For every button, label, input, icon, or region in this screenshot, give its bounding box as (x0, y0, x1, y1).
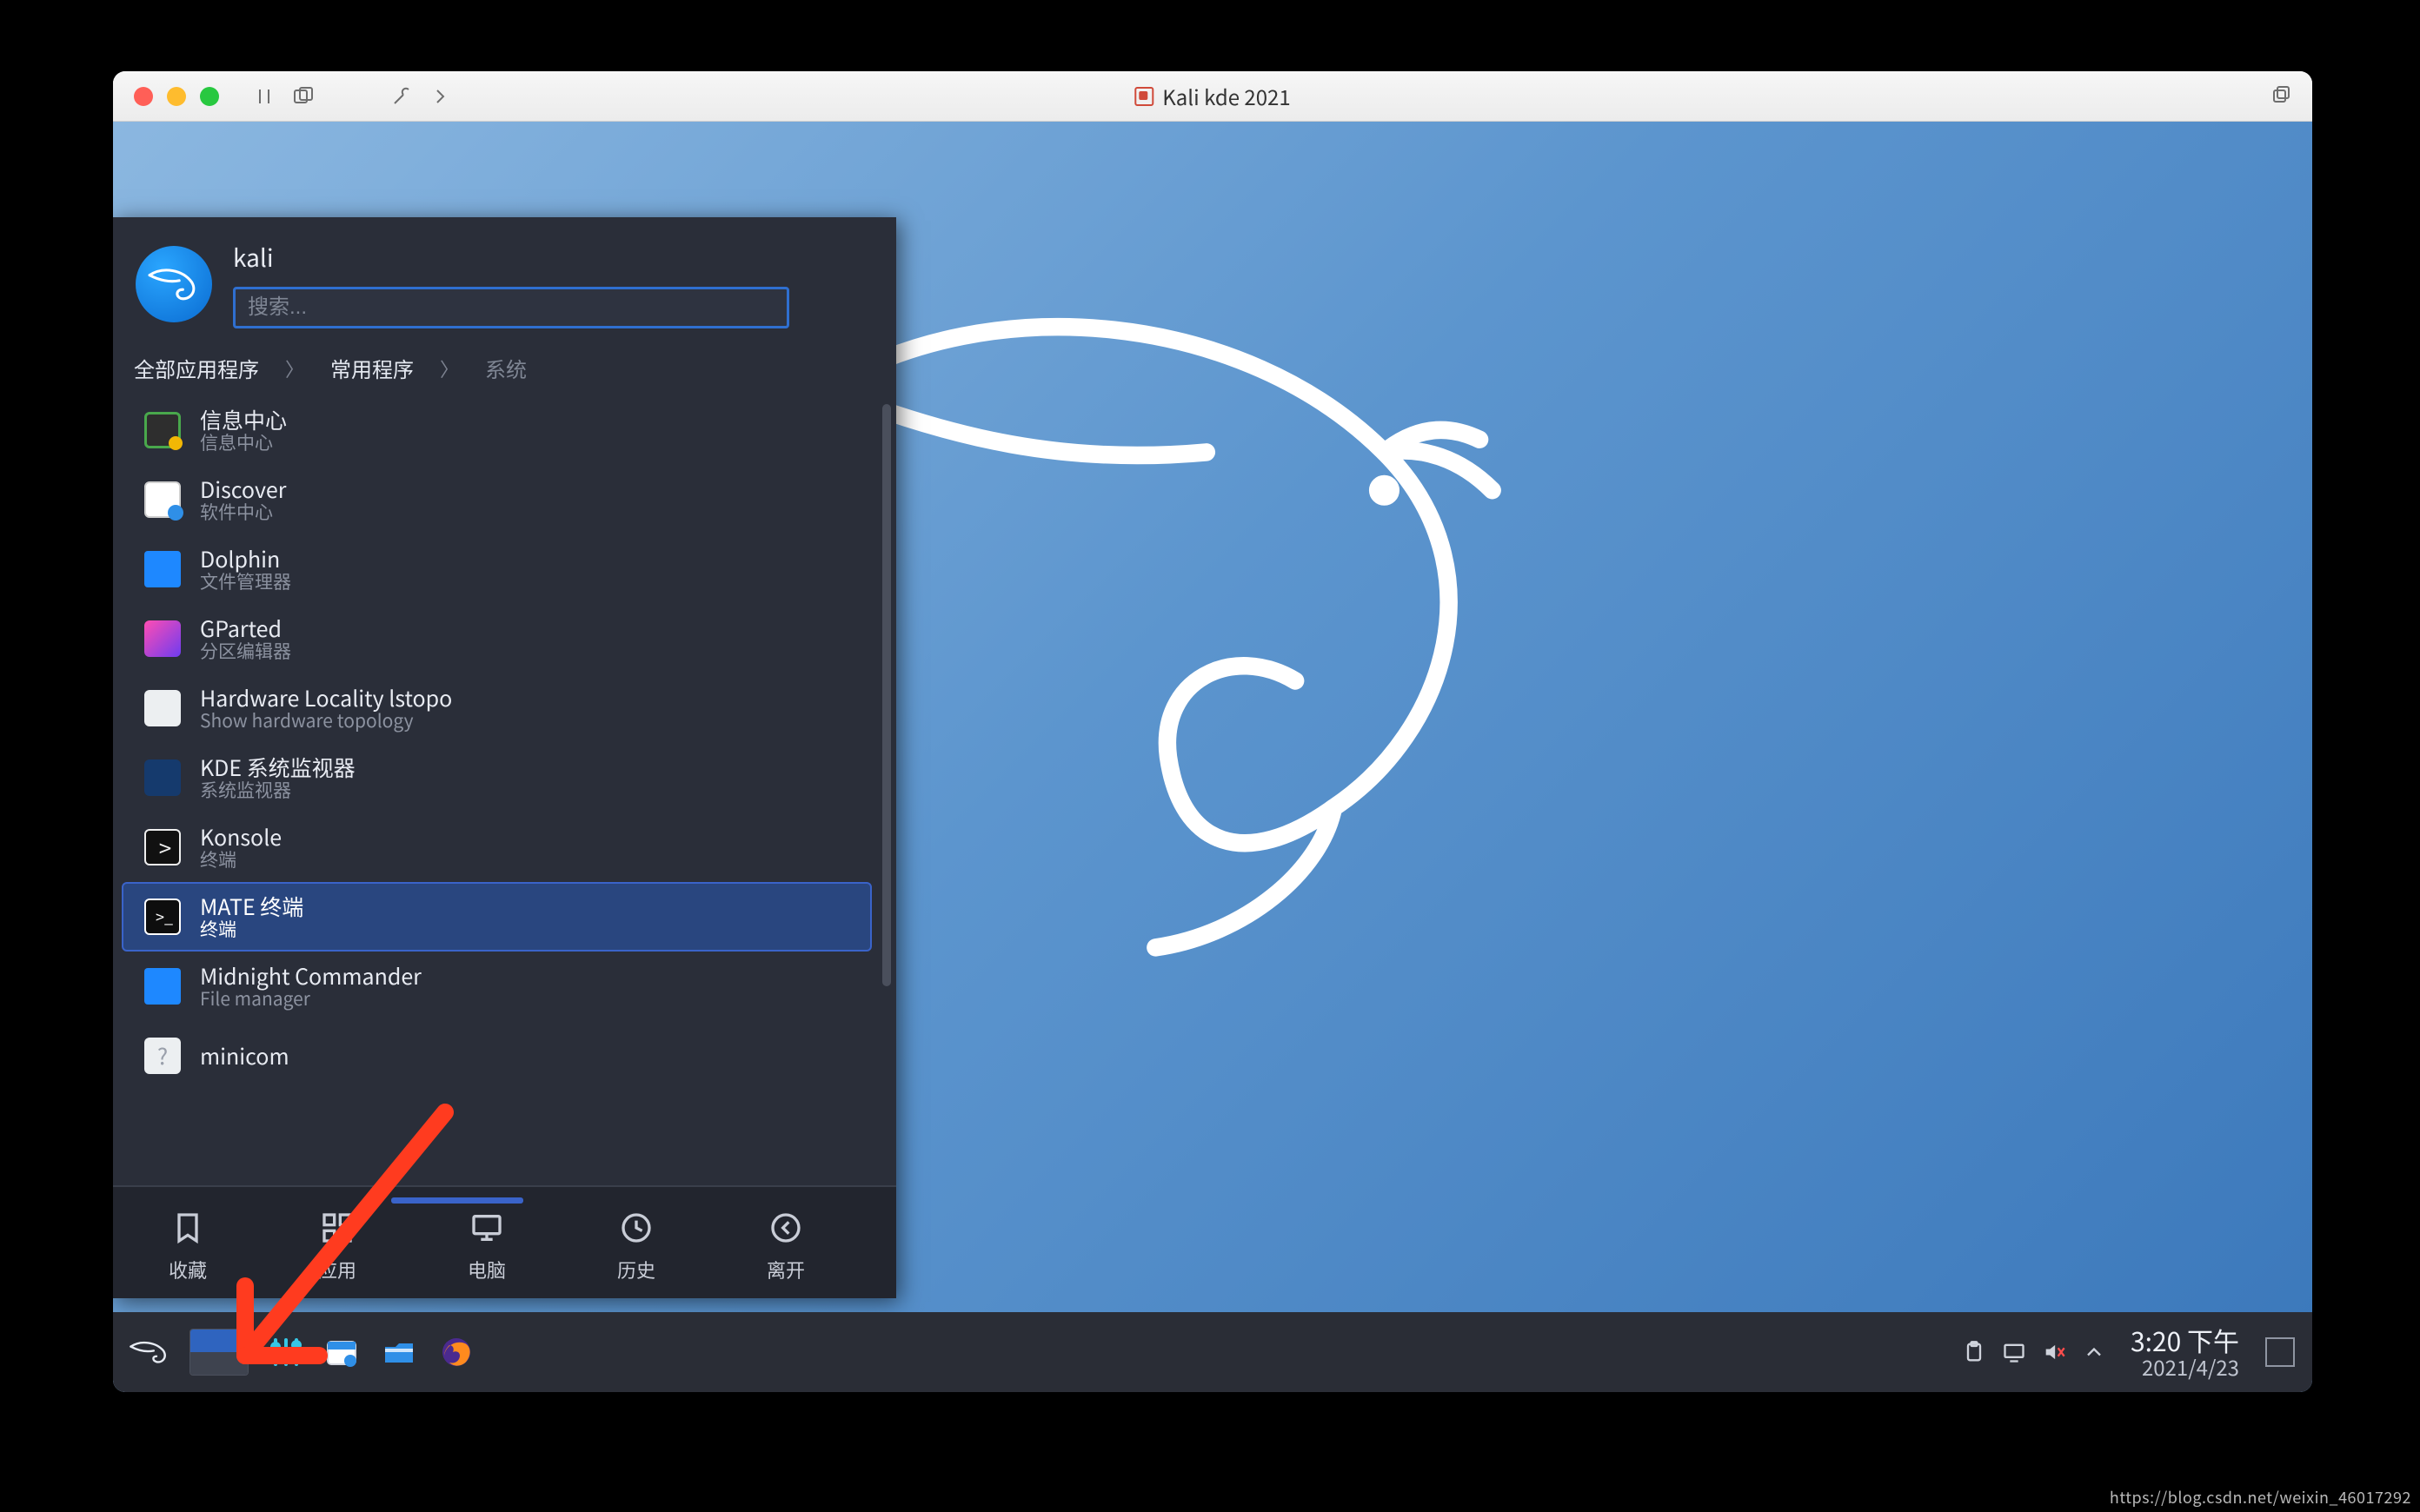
source-watermark: https://blog.csdn.net/weixin_46017292 (2110, 1486, 2411, 1509)
user-avatar[interactable] (136, 246, 212, 322)
app-item[interactable]: KDE 系统监视器系统监视器 (122, 743, 872, 812)
application-launcher: kali 全部应用程序 〉 常用程序 〉 系统 信息中心信息中心Discover… (113, 217, 896, 1298)
pinned-firefox[interactable] (435, 1330, 478, 1374)
tab-favorites[interactable]: 收藏 (113, 1196, 263, 1298)
pause-icon[interactable] (254, 86, 275, 107)
clipboard-icon[interactable] (1962, 1340, 1986, 1364)
window-controls (134, 87, 219, 106)
app-icon (144, 759, 181, 796)
display-icon[interactable] (2002, 1340, 2026, 1364)
app-subtitle: File manager (200, 988, 422, 1009)
app-subtitle: 终端 (200, 849, 282, 870)
clock-date: 2021/4/23 (2131, 1355, 2239, 1379)
scrollbar[interactable] (882, 404, 891, 986)
app-icon (144, 829, 181, 865)
app-icon (144, 899, 181, 935)
pinned-dolphin[interactable] (377, 1330, 421, 1374)
app-item[interactable]: Dolphin文件管理器 (122, 534, 872, 604)
panel-clock[interactable]: 3:20 下午 2021/4/23 (2131, 1325, 2239, 1379)
app-title: MATE 终端 (200, 894, 303, 919)
app-subtitle: 终端 (200, 918, 303, 939)
app-icon (144, 1038, 181, 1074)
app-item[interactable]: Discover软件中心 (122, 465, 872, 534)
tab-label: 历史 (617, 1256, 655, 1283)
app-item[interactable]: Konsole终端 (122, 812, 872, 882)
app-title: Midnight Commander (200, 964, 422, 989)
chevron-right-icon: 〉 (440, 355, 459, 382)
app-subtitle: 软件中心 (200, 501, 286, 522)
application-list: 信息中心信息中心Discover软件中心Dolphin文件管理器GParted分… (113, 395, 896, 1185)
mac-titlebar: Kali kde 2021 (113, 71, 2312, 122)
tab-leave[interactable]: 离开 (711, 1196, 861, 1298)
crumb-common[interactable]: 常用程序 (330, 353, 414, 383)
host-window-title: Kali kde 2021 (1162, 81, 1290, 111)
app-subtitle: 分区编辑器 (200, 640, 291, 661)
clock-time: 3:20 下午 (2131, 1325, 2239, 1356)
zoom-button[interactable] (200, 87, 219, 106)
app-launcher-button[interactable] (123, 1330, 176, 1374)
app-item[interactable]: 信息中心信息中心 (122, 395, 872, 465)
chevron-right-icon: 〉 (285, 355, 304, 382)
snapshot-icon[interactable] (292, 86, 313, 107)
vm-icon (1134, 87, 1153, 106)
app-item[interactable]: minicom (122, 1021, 872, 1091)
tab-label: 电脑 (468, 1256, 506, 1283)
vm-host-window: Kali kde 2021 (113, 71, 2312, 1392)
app-title: Konsole (200, 825, 282, 850)
app-subtitle: 信息中心 (200, 432, 287, 453)
app-item[interactable]: MATE 终端终端 (122, 882, 872, 952)
kali-desktop[interactable]: kali 全部应用程序 〉 常用程序 〉 系统 信息中心信息中心Discover… (113, 122, 2312, 1392)
username-label: kali (233, 240, 874, 275)
app-title: Dolphin (200, 547, 291, 572)
app-title: Discover (200, 477, 286, 502)
volume-muted-icon[interactable] (2042, 1340, 2066, 1364)
app-title: GParted (200, 616, 291, 641)
show-desktop-button[interactable] (2265, 1337, 2295, 1367)
search-input[interactable] (233, 287, 789, 328)
crumb-system[interactable]: 系统 (485, 353, 527, 383)
category-breadcrumb: 全部应用程序 〉 常用程序 〉 系统 (113, 337, 896, 395)
app-item[interactable]: GParted分区编辑器 (122, 604, 872, 673)
pinned-files[interactable] (320, 1330, 363, 1374)
crumb-all[interactable]: 全部应用程序 (134, 353, 259, 383)
tab-label: 离开 (767, 1256, 805, 1283)
app-subtitle: 文件管理器 (200, 571, 291, 592)
app-title: 信息中心 (200, 408, 287, 433)
app-icon (144, 412, 181, 448)
tray-expand-icon[interactable] (2082, 1340, 2106, 1364)
tab-label: 收藏 (169, 1256, 207, 1283)
kde-panel: 3:20 下午 2021/4/23 (113, 1312, 2312, 1392)
tab-applications[interactable]: 应用 (263, 1196, 412, 1298)
app-subtitle: 系统监视器 (200, 779, 356, 800)
app-item[interactable]: Midnight CommanderFile manager (122, 952, 872, 1021)
app-icon (144, 551, 181, 587)
app-icon (144, 481, 181, 518)
tab-computer[interactable]: 电脑 (412, 1196, 562, 1298)
app-icon (144, 968, 181, 1005)
close-button[interactable] (134, 87, 153, 106)
tab-history[interactable]: 历史 (562, 1196, 711, 1298)
tab-label: 应用 (318, 1256, 356, 1283)
app-item[interactable]: Hardware Locality lstopoShow hardware to… (122, 673, 872, 743)
tab-indicator (391, 1197, 523, 1204)
app-subtitle: Show hardware topology (200, 710, 452, 731)
pinned-settings[interactable] (263, 1330, 306, 1374)
app-title: Hardware Locality lstopo (200, 686, 452, 711)
app-icon (144, 620, 181, 657)
app-title: minicom (200, 1044, 289, 1069)
minimize-button[interactable] (167, 87, 186, 106)
virtual-desktops[interactable] (189, 1329, 249, 1376)
settings-icon[interactable] (391, 86, 412, 107)
app-title: KDE 系统监视器 (200, 755, 356, 780)
chevron-right-icon[interactable] (429, 86, 450, 107)
multi-window-icon[interactable] (2270, 84, 2291, 105)
app-icon (144, 690, 181, 726)
